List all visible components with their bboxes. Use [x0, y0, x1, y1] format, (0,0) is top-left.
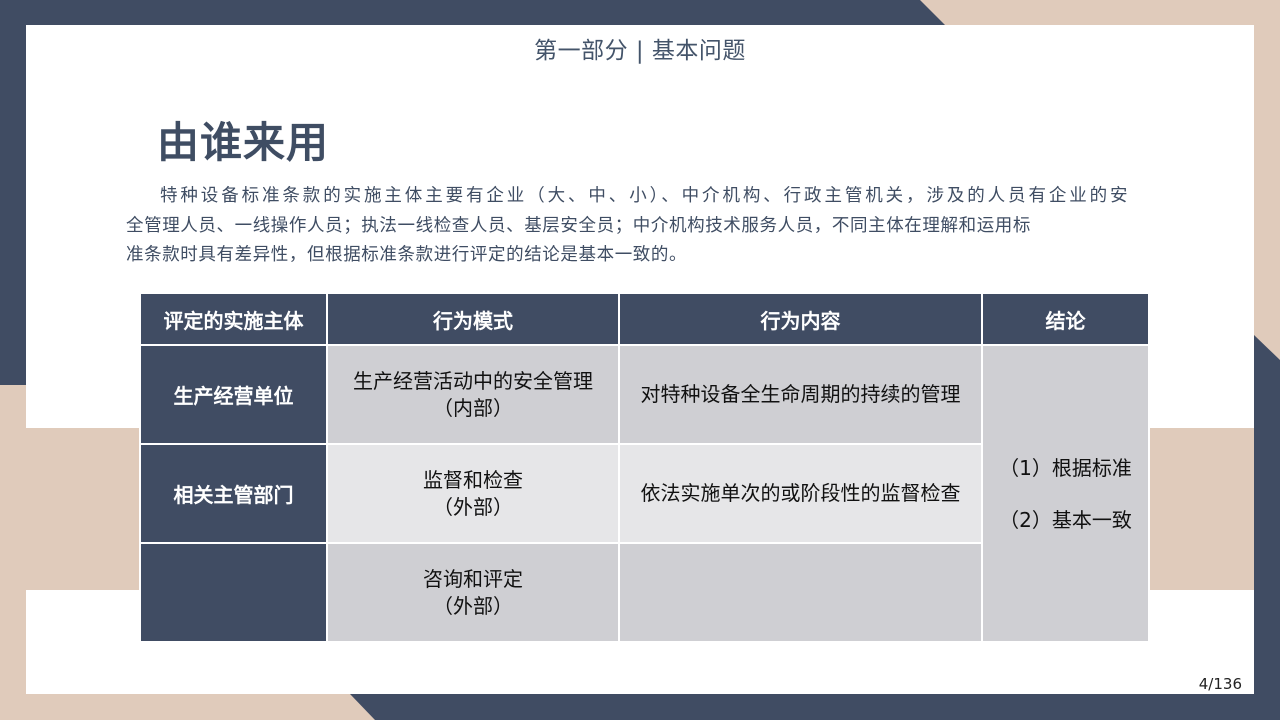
mode-text: 生产经营活动中的安全管理	[353, 368, 593, 393]
mode-text: 监督和检查	[423, 467, 523, 492]
table-row: 生产经营单位 生产经营活动中的安全管理 （内部） 对特种设备全生命周期的持续的管…	[139, 344, 1150, 643]
page-heading: 由谁来用	[157, 118, 330, 167]
column-header: 评定的实施主体	[139, 292, 328, 346]
mode-cell: 咨询和评定 （外部）	[326, 542, 620, 643]
slide: 第一部分 | 基本问题 由谁来用 特种设备标准条款的实施主体主要有企业（大、中、…	[26, 25, 1254, 694]
mode-scope: （外部）	[433, 494, 513, 519]
page-number: 4/136	[1198, 675, 1242, 693]
paragraph-line: 全管理人员、一线操作人员；执法一线检查人员、基层安全员；中介机构技术服务人员，不…	[126, 215, 1031, 236]
conclusion-line: （1）根据标准	[999, 455, 1132, 480]
table-header-row: 评定的实施主体 行为模式 行为内容 结论	[139, 292, 1150, 346]
mode-cell: 监督和检查 （外部）	[326, 443, 620, 544]
content-cell	[618, 542, 983, 643]
column-header: 结论	[981, 292, 1150, 346]
paragraph-line: 准条款时具有差异性，但根据标准条款进行评定的结论是基本一致的。	[126, 245, 688, 265]
column-header: 行为内容	[618, 292, 983, 346]
section-title: 第一部分 | 基本问题	[534, 38, 746, 64]
mode-cell: 生产经营活动中的安全管理 （内部）	[326, 344, 620, 445]
subject-cell	[139, 542, 328, 643]
mode-text: 咨询和评定	[423, 566, 523, 591]
subject-cell: 生产经营单位	[139, 344, 328, 445]
paragraph-line: 特种设备标准条款的实施主体主要有企业（大、中、小）、中介机构、行政主管机关，涉及…	[160, 186, 1131, 206]
subject-table: 评定的实施主体 行为模式 行为内容 结论 生产经营单位 生产经营活动中的安全管理…	[139, 292, 1150, 643]
mode-scope: （内部）	[433, 395, 513, 420]
content-cell: 依法实施单次的或阶段性的监督检查	[618, 443, 983, 544]
conclusion-cell: （1）根据标准 （2）基本一致	[981, 344, 1150, 643]
mode-scope: （外部）	[433, 593, 513, 618]
conclusion-line: （2）基本一致	[999, 507, 1132, 532]
intro-paragraph: 特种设备标准条款的实施主体主要有企业（大、中、小）、中介机构、行政主管机关，涉及…	[126, 182, 1254, 271]
subject-cell: 相关主管部门	[139, 443, 328, 544]
content-cell: 对特种设备全生命周期的持续的管理	[618, 344, 983, 445]
column-header: 行为模式	[326, 292, 620, 346]
